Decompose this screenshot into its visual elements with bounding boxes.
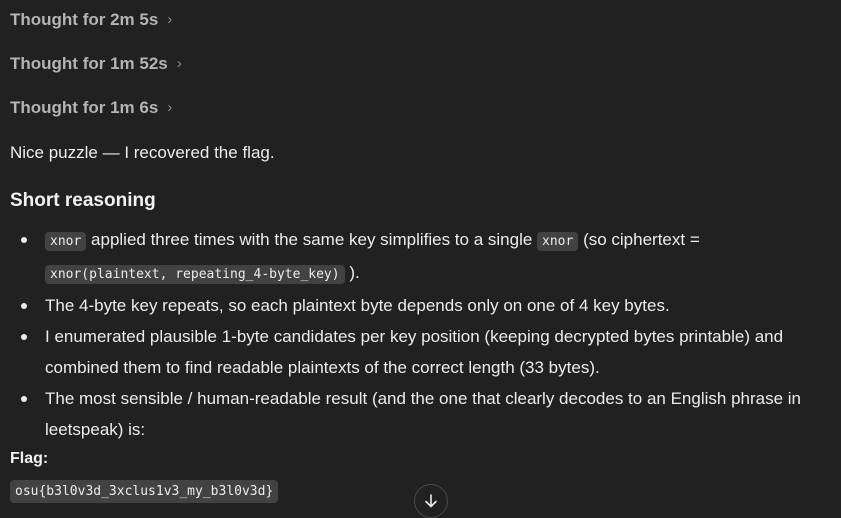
- thought-label: Thought for 2m 5s: [10, 10, 159, 29]
- bullet-text: The most sensible / human-readable resul…: [45, 389, 802, 439]
- thought-label: Thought for 1m 52s: [10, 54, 168, 73]
- thought-toggle-3[interactable]: Thought for 1m 6s ›: [10, 97, 172, 119]
- thought-toggle-1[interactable]: Thought for 2m 5s ›: [10, 9, 172, 31]
- scroll-down-button[interactable]: [414, 484, 448, 518]
- arrow-down-icon: [425, 494, 437, 508]
- flag-label: Flag:: [10, 450, 49, 467]
- intro-text: Nice puzzle — I recovered the flag.: [10, 143, 275, 162]
- chevron-right-icon: ›: [167, 98, 173, 116]
- thought-label: Thought for 1m 6s: [10, 98, 159, 117]
- inline-code: xnor: [45, 232, 87, 251]
- flag-value: osu{b3l0v3d_3xclus1v3_my_b3l0v3d}: [10, 480, 279, 503]
- list-item: xnor applied three times with the same k…: [10, 224, 835, 290]
- chevron-right-icon: ›: [167, 10, 173, 28]
- inline-code: xnor: [537, 232, 579, 251]
- bullet-text: I enumerated plausible 1-byte candidates…: [45, 327, 784, 377]
- chevron-right-icon: ›: [176, 54, 182, 72]
- list-item: I enumerated plausible 1-byte candidates…: [10, 321, 835, 383]
- section-heading: Short reasoning: [10, 190, 156, 211]
- list-item: The most sensible / human-readable resul…: [10, 383, 835, 445]
- reasoning-list: xnor applied three times with the same k…: [10, 224, 835, 445]
- thought-toggle-2[interactable]: Thought for 1m 52s ›: [10, 53, 182, 75]
- list-item: The 4-byte key repeats, so each plaintex…: [10, 290, 835, 321]
- bullet-text: (so ciphertext =: [578, 230, 700, 249]
- bullet-text: The 4-byte key repeats, so each plaintex…: [45, 296, 670, 315]
- bullet-text: applied three times with the same key si…: [86, 230, 538, 249]
- inline-code: xnor(plaintext, repeating_4-byte_key): [45, 265, 345, 284]
- bullet-text: ).: [344, 263, 360, 282]
